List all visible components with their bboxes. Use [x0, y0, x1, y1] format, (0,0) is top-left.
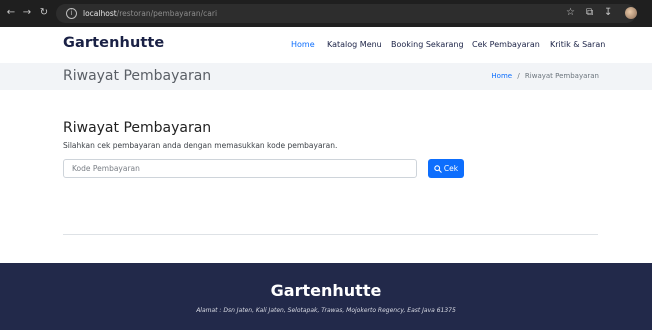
- arrow-left-icon[interactable]: ←: [4, 6, 18, 20]
- content-divider: [63, 234, 598, 235]
- profile-avatar[interactable]: [625, 7, 637, 19]
- breadcrumb-current: Riwayat Pembayaran: [524, 72, 599, 80]
- search-icon: [434, 164, 442, 173]
- breadcrumb-separator: /: [517, 72, 520, 80]
- reload-icon[interactable]: ↻: [37, 6, 51, 20]
- nav-home[interactable]: Home: [291, 40, 315, 49]
- section-subtitle: Silahkan cek pembayaran anda dengan mema…: [63, 141, 338, 150]
- nav-kritik-saran[interactable]: Kritik & Saran: [550, 40, 605, 49]
- page-header-band: Riwayat Pembayaran Home / Riwayat Pembay…: [0, 63, 652, 90]
- footer-brand: Gartenhutte: [270, 281, 382, 300]
- site-header: Gartenhutte Home Katalog Menu Booking Se…: [0, 27, 652, 63]
- url-text: localhost/restoran/pembayaran/cari: [83, 7, 217, 20]
- breadcrumb-home[interactable]: Home: [491, 72, 512, 80]
- site-footer: Gartenhutte Alamat : Dsn Jaten, Kali Jat…: [0, 263, 652, 330]
- cek-button-label: Cek: [443, 164, 459, 173]
- download-icon[interactable]: ↧: [604, 6, 612, 20]
- star-icon[interactable]: ☆: [566, 6, 575, 20]
- brand-logo[interactable]: Gartenhutte: [63, 35, 164, 51]
- info-icon[interactable]: i: [66, 8, 77, 19]
- nav-katalog-menu[interactable]: Katalog Menu: [327, 40, 382, 49]
- section-title: Riwayat Pembayaran: [63, 120, 212, 136]
- breadcrumb: Home / Riwayat Pembayaran: [491, 72, 599, 80]
- footer-address: Alamat : Dsn Jaten, Kali Jaten, Selotapa…: [196, 307, 456, 314]
- payment-code-input[interactable]: [63, 159, 417, 178]
- arrow-right-icon[interactable]: →: [20, 6, 34, 20]
- url-path: /restoran/pembayaran/cari: [116, 9, 218, 18]
- browser-toolbar: ← → ↻ i localhost/restoran/pembayaran/ca…: [0, 0, 652, 27]
- url-host: localhost: [83, 9, 117, 18]
- extensions-icon[interactable]: ⧉: [586, 6, 593, 20]
- page-title: Riwayat Pembayaran: [63, 68, 212, 84]
- nav-booking-sekarang[interactable]: Booking Sekarang: [391, 40, 464, 49]
- cek-button[interactable]: Cek: [428, 159, 464, 178]
- address-bar[interactable]: i localhost/restoran/pembayaran/cari: [56, 4, 636, 23]
- nav-cek-pembayaran[interactable]: Cek Pembayaran: [472, 40, 540, 49]
